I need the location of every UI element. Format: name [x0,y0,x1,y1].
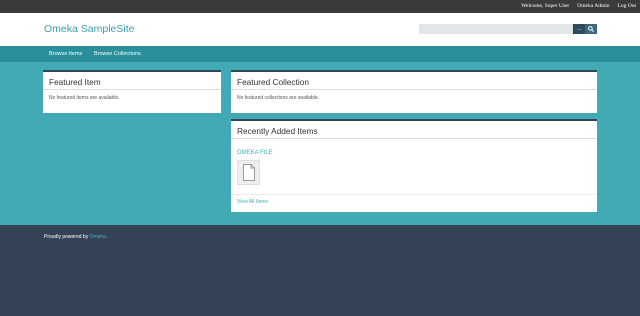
featured-item-heading: Featured Item [49,77,101,87]
omeka-admin-link[interactable]: Omeka Admin [577,0,609,13]
main-content: Featured Item No featured items are avai… [0,62,640,225]
search-button[interactable] [585,24,597,34]
view-all-items-link[interactable]: View All Items [237,199,268,205]
advanced-search-label: ... [577,26,582,32]
footer-suffix: . [105,234,108,240]
featured-collection-card: Featured Collection No featured collecti… [231,70,597,113]
file-icon [242,164,255,181]
search-input[interactable] [419,24,573,34]
featured-item-card: Featured Item No featured items are avai… [43,70,221,113]
recently-added-card: Recently Added Items OMEKA FILE View All… [231,119,597,212]
nav-browse-items[interactable]: Browse Items [49,46,82,62]
divider [231,138,597,139]
search-icon [588,26,594,32]
featured-item-empty-text: No featured items are available. [49,95,120,101]
featured-collection-heading: Featured Collection [237,77,309,87]
site-title[interactable]: Omeka SampleSite [44,23,134,35]
divider [231,194,597,195]
main-nav: Browse Items Browse Collections [0,46,640,62]
welcome-link[interactable]: Welcome, Super User [521,0,569,13]
site-header: Omeka SampleSite ... [0,13,640,46]
nav-browse-collections[interactable]: Browse Collections [94,46,141,62]
footer-powered-by: Proudly powered by Omeka. [44,234,107,240]
omeka-link[interactable]: Omeka [90,234,106,240]
featured-collection-empty-text: No featured collections are available. [237,95,319,101]
item-title-link[interactable]: OMEKA FILE [237,150,273,156]
search-form: ... [419,24,597,34]
advanced-search-button[interactable]: ... [573,24,585,34]
log-out-link[interactable]: Log Out [618,0,637,13]
item-thumbnail[interactable] [237,160,260,185]
footer-prefix: Proudly powered by [44,234,90,240]
admin-bar: Welcome, Super User Omeka Admin Log Out [0,0,640,13]
admin-bar-links: Welcome, Super User Omeka Admin Log Out [521,0,636,13]
recently-added-heading: Recently Added Items [237,126,318,136]
